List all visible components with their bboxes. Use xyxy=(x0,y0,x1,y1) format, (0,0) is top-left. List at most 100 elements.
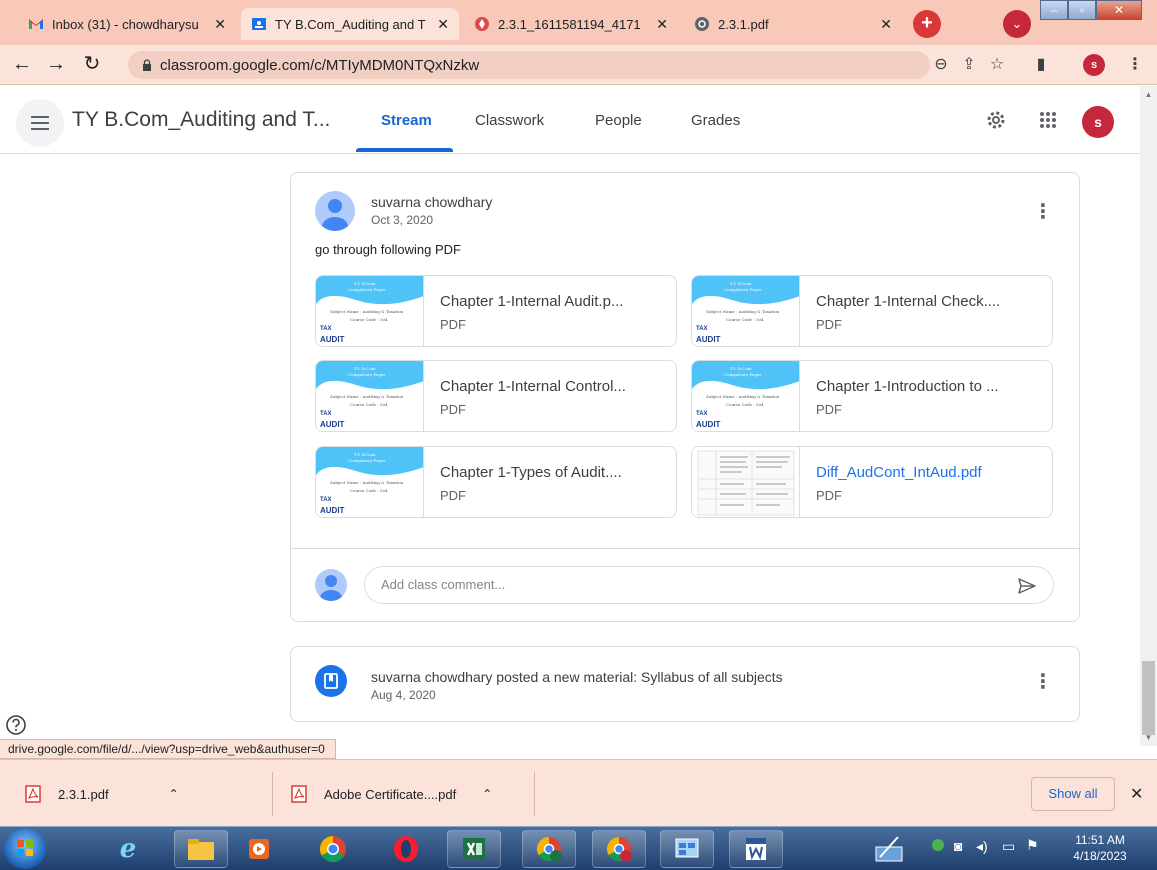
chrome-icon xyxy=(319,835,346,863)
share-icon[interactable]: ⇪ xyxy=(958,55,980,77)
close-icon[interactable]: ✕ xyxy=(656,16,668,33)
attachment-name: Chapter 1-Introduction to ... xyxy=(816,378,999,395)
media-player-icon xyxy=(249,839,269,859)
pdf-thumbnail: T.Y. B.Com Compulsory Paper Subject Name… xyxy=(316,447,424,517)
browser-tab-gmail[interactable]: Inbox (31) - chowdharysu ✕ xyxy=(18,8,236,40)
more-vert-icon[interactable]: ⋮ xyxy=(1031,201,1055,225)
page-scrollbar[interactable]: ▲ ▼ xyxy=(1140,86,1157,746)
forward-icon[interactable]: → xyxy=(44,53,68,77)
taskbar-opera[interactable] xyxy=(379,830,433,868)
taskbar-explorer[interactable] xyxy=(174,830,228,868)
chrome-icon xyxy=(536,837,562,862)
attachment-card[interactable]: Diff_AudCont_IntAud.pdf PDF xyxy=(691,446,1053,518)
more-vert-icon[interactable]: ⋮ xyxy=(1031,671,1055,695)
scroll-up-icon[interactable]: ▲ xyxy=(1140,86,1157,103)
window-controls: – ▫ ✕ xyxy=(1040,0,1142,22)
attachment-card[interactable]: T.Y. B.Com Compulsory Paper Subject Name… xyxy=(691,360,1053,432)
download-item[interactable]: Adobe Certificate....pdf ⌃ xyxy=(290,779,492,809)
excel-icon xyxy=(463,838,485,860)
taskbar-chrome[interactable] xyxy=(306,830,360,868)
author-avatar xyxy=(315,191,355,231)
attachment-type: PDF xyxy=(440,488,466,503)
chevron-up-icon[interactable]: ⌃ xyxy=(169,787,179,801)
window-close-icon[interactable]: ✕ xyxy=(1096,0,1142,20)
network-status-icon[interactable] xyxy=(932,839,944,851)
material-post-card[interactable]: suvarna chowdhary posted a new material:… xyxy=(290,646,1080,722)
attachment-name: Chapter 1-Types of Audit.... xyxy=(440,464,622,481)
taskbar-clock[interactable]: 11:51 AM 4/18/2023 xyxy=(1060,832,1140,864)
scroll-down-icon[interactable]: ▼ xyxy=(1140,729,1157,746)
chevron-up-icon[interactable]: ⌃ xyxy=(482,787,492,801)
post-author: suvarna chowdhary xyxy=(371,194,493,210)
attachment-card[interactable]: T.Y. B.Com Compulsory Paper Subject Name… xyxy=(315,360,677,432)
taskbar-ie[interactable]: e xyxy=(101,830,155,868)
tab-people[interactable]: People xyxy=(595,112,642,129)
main-menu-button[interactable] xyxy=(16,99,64,147)
attachment-card[interactable]: T.Y. B.Com Compulsory Paper Subject Name… xyxy=(691,275,1053,347)
pen-tablet-icon[interactable] xyxy=(874,835,904,863)
browser-tab-title: Inbox (31) - chowdharysu xyxy=(52,16,199,32)
status-bar-url: drive.google.com/file/d/.../view?usp=dri… xyxy=(0,739,336,759)
download-separator xyxy=(272,772,273,816)
close-icon[interactable]: ✕ xyxy=(880,16,892,33)
attachment-card[interactable]: T.Y. B.Com Compulsory Paper Subject Name… xyxy=(315,446,677,518)
taskbar-media[interactable] xyxy=(232,830,286,868)
send-icon[interactable] xyxy=(1017,576,1037,596)
maximize-icon[interactable]: ▫ xyxy=(1068,0,1096,20)
address-bar[interactable]: classroom.google.com/c/MTIyMDM0NTQxNzkw xyxy=(128,51,930,79)
reload-icon[interactable]: ↻ xyxy=(80,53,104,77)
material-text: suvarna chowdhary posted a new material:… xyxy=(371,669,783,685)
show-all-button[interactable]: Show all xyxy=(1031,777,1115,811)
windows-taskbar: e ◙ ◂) ▭ ⚑ 11:51 AM 4/18/2023 xyxy=(0,826,1157,870)
download-separator xyxy=(534,772,535,816)
browser-tab-pdf[interactable]: 2.3.1.pdf ✕ xyxy=(684,8,902,40)
taskbar-excel[interactable] xyxy=(447,830,501,868)
class-title[interactable]: TY B.Com_Auditing and T... xyxy=(72,108,330,132)
apps-grid-icon[interactable] xyxy=(1036,108,1060,132)
download-filename: 2.3.1.pdf xyxy=(58,786,109,802)
gear-icon[interactable] xyxy=(984,108,1008,132)
zoom-icon[interactable]: ⊖ xyxy=(930,55,952,77)
card-divider xyxy=(291,548,1079,549)
display-icon[interactable]: ▭ xyxy=(1002,838,1015,855)
tab-search-icon[interactable]: ⌄ xyxy=(1003,10,1031,38)
url-text: classroom.google.com/c/MTIyMDM0NTQxNzkw xyxy=(160,56,480,74)
volume-icon[interactable]: ◂) xyxy=(976,838,988,855)
new-tab-button[interactable]: + xyxy=(913,10,941,38)
account-avatar[interactable]: s xyxy=(1082,106,1114,138)
tray-app-icon[interactable]: ◙ xyxy=(954,838,962,854)
browser-tab-classroom[interactable]: TY B.Com_Auditing and T ✕ xyxy=(241,8,459,40)
browser-tab-title: TY B.Com_Auditing and T xyxy=(275,16,426,32)
pdf-thumbnail: T.Y. B.Com Compulsory Paper Subject Name… xyxy=(316,276,424,346)
action-center-icon[interactable]: ⚑ xyxy=(1026,837,1039,854)
control-panel-icon xyxy=(675,838,699,858)
side-panel-icon[interactable]: ▮ xyxy=(1030,55,1052,77)
back-icon[interactable]: ← xyxy=(10,53,34,77)
class-comment-input[interactable] xyxy=(381,577,981,592)
tab-stream[interactable]: Stream xyxy=(381,112,432,129)
taskbar-chrome-profile-2[interactable] xyxy=(592,830,646,868)
close-icon[interactable]: ✕ xyxy=(214,16,226,33)
pdf-tool-icon xyxy=(475,17,489,31)
chrome-icon xyxy=(606,837,632,862)
folder-icon xyxy=(188,839,214,860)
bookmark-star-icon[interactable]: ☆ xyxy=(986,55,1008,77)
tab-classwork[interactable]: Classwork xyxy=(475,112,544,129)
scrollbar-thumb[interactable] xyxy=(1142,661,1155,735)
start-button[interactable] xyxy=(4,829,46,869)
attachment-card[interactable]: T.Y. B.Com Compulsory Paper Subject Name… xyxy=(315,275,677,347)
taskbar-chrome-profile-1[interactable] xyxy=(522,830,576,868)
download-item[interactable]: 2.3.1.pdf ⌃ xyxy=(24,779,179,809)
taskbar-control-panel[interactable] xyxy=(660,830,714,868)
class-comment-field[interactable] xyxy=(364,566,1054,604)
minimize-icon[interactable]: – xyxy=(1040,0,1068,20)
help-icon[interactable] xyxy=(5,714,27,736)
post-text: go through following PDF xyxy=(315,242,461,257)
close-icon[interactable]: ✕ xyxy=(437,16,449,33)
close-icon[interactable]: ✕ xyxy=(1130,784,1143,804)
taskbar-word[interactable] xyxy=(729,830,783,868)
tab-grades[interactable]: Grades xyxy=(691,112,740,129)
browser-profile-avatar[interactable]: s xyxy=(1083,54,1105,76)
browser-menu-icon[interactable]: ⋮ xyxy=(1124,55,1146,77)
browser-tab-pdf-tool[interactable]: 2.3.1_1611581194_4171 ✕ xyxy=(464,8,678,40)
